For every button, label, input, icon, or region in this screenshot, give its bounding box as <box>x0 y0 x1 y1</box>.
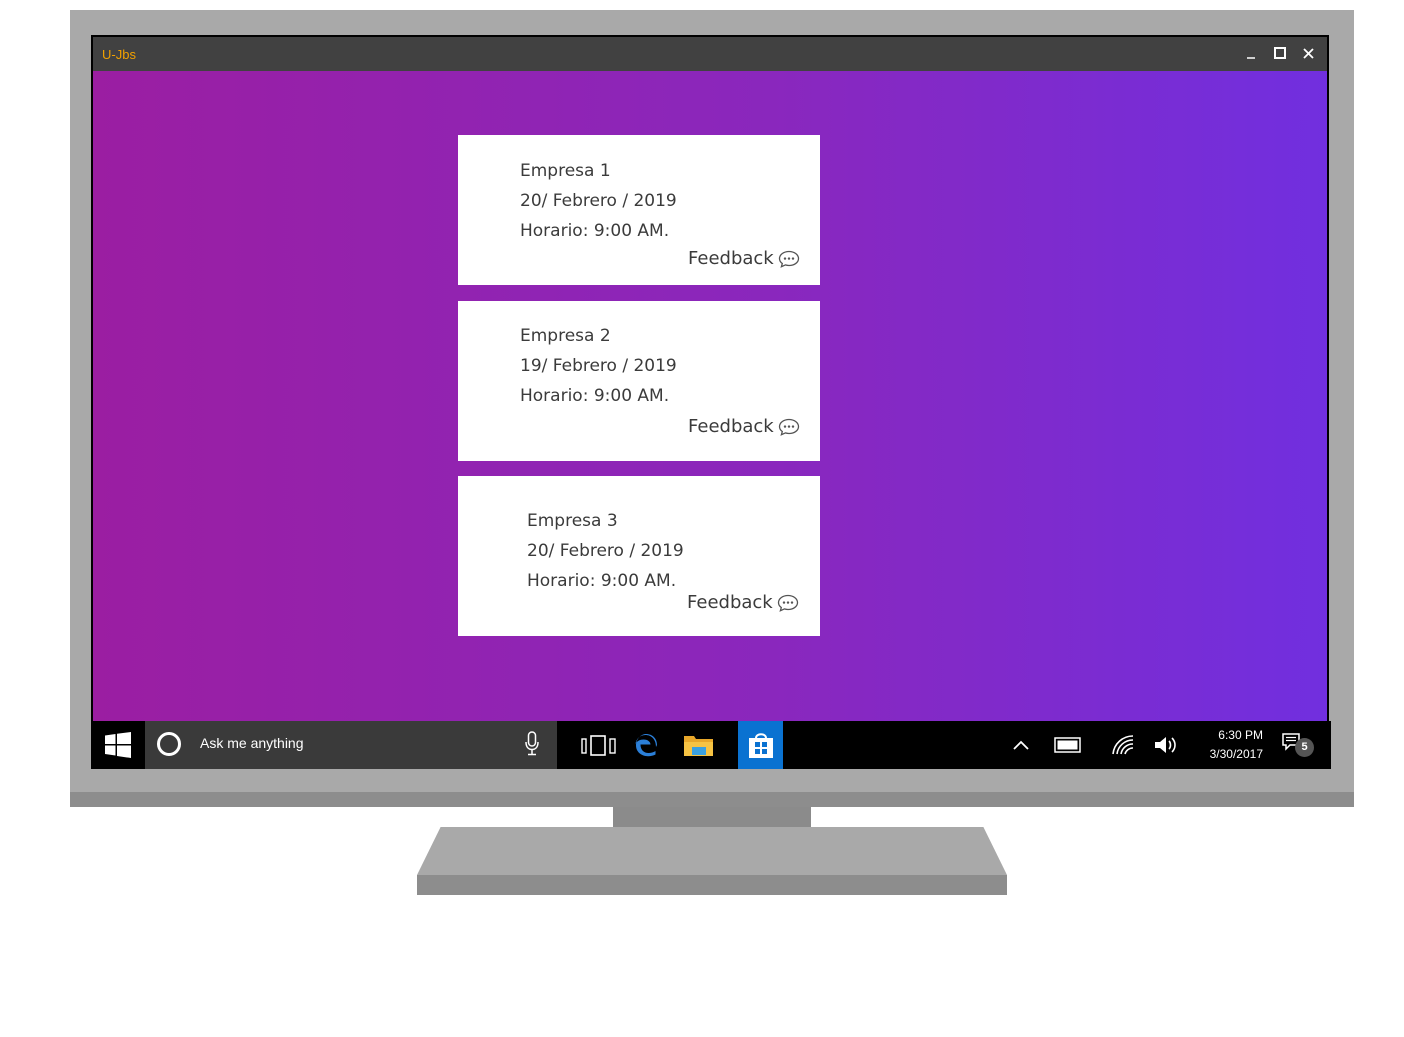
monitor-stand <box>417 827 1007 875</box>
monitor-chin <box>70 792 1354 807</box>
volume-button[interactable] <box>1151 721 1181 769</box>
cortana-icon <box>157 732 181 756</box>
minimize-icon <box>1247 57 1255 59</box>
feedback-label: Feedback <box>688 248 774 269</box>
chat-bubble-icon <box>778 418 799 436</box>
appointment-card: Empresa 3 20/ Febrero / 2019 Horario: 9:… <box>458 476 820 636</box>
wifi-icon <box>1112 735 1134 755</box>
appointment-date: 20/ Febrero / 2019 <box>520 191 677 211</box>
appointment-date: 20/ Febrero / 2019 <box>527 541 684 561</box>
start-button[interactable] <box>91 721 145 769</box>
feedback-button[interactable]: Feedback <box>688 416 800 437</box>
clock-date: 3/30/2017 <box>1209 747 1263 761</box>
chevron-up-icon <box>1013 740 1029 750</box>
notification-badge: 5 <box>1295 738 1314 757</box>
chat-bubble-icon <box>777 594 798 612</box>
volume-icon <box>1155 737 1176 753</box>
feedback-label: Feedback <box>688 416 774 437</box>
clock-time: 6:30 PM <box>1218 728 1263 742</box>
minimize-button[interactable] <box>1241 44 1261 64</box>
feedback-button[interactable]: Feedback <box>688 248 800 269</box>
windows-start-icon <box>105 732 131 758</box>
show-hidden-icons-button[interactable] <box>1009 721 1033 769</box>
edge-icon <box>635 734 657 757</box>
file-explorer-icon <box>684 736 713 756</box>
search-placeholder: Ask me anything <box>200 735 304 751</box>
company-name: Empresa 1 <box>520 161 611 181</box>
maximize-button[interactable] <box>1270 44 1290 64</box>
taskbar: Ask me anything 6:30 PM 3/30/2017 5 <box>91 721 1331 769</box>
battery-icon <box>1054 737 1081 753</box>
app-window: U-Jbs Empresa 1 20/ Febrero / 2019 Horar… <box>91 35 1329 769</box>
battery-button[interactable] <box>1053 721 1083 769</box>
appointment-card: Empresa 1 20/ Febrero / 2019 Horario: 9:… <box>458 135 820 285</box>
appointment-schedule: Horario: 9:00 AM. <box>527 571 677 591</box>
appointment-date: 19/ Febrero / 2019 <box>520 356 677 376</box>
network-button[interactable] <box>1109 721 1137 769</box>
feedback-label: Feedback <box>687 592 773 613</box>
company-name: Empresa 2 <box>520 326 611 346</box>
file-explorer-button[interactable] <box>681 721 717 769</box>
close-button[interactable] <box>1298 44 1318 64</box>
search-box[interactable]: Ask me anything <box>145 721 557 769</box>
chat-bubble-icon <box>778 250 799 268</box>
microphone-icon[interactable] <box>525 731 539 757</box>
edge-button[interactable] <box>631 721 661 769</box>
company-name: Empresa 3 <box>527 511 618 531</box>
store-icon <box>748 733 773 758</box>
app-title: U-Jbs <box>102 47 136 62</box>
store-button[interactable] <box>738 721 783 769</box>
task-view-icon <box>581 735 616 756</box>
appointment-schedule: Horario: 9:00 AM. <box>520 221 670 241</box>
appointment-card: Empresa 2 19/ Febrero / 2019 Horario: 9:… <box>458 301 820 461</box>
app-content: Empresa 1 20/ Febrero / 2019 Horario: 9:… <box>93 71 1327 721</box>
appointment-schedule: Horario: 9:00 AM. <box>520 386 670 406</box>
action-center-button[interactable]: 5 <box>1279 721 1319 769</box>
feedback-button[interactable]: Feedback <box>687 592 799 613</box>
maximize-icon <box>1274 47 1286 59</box>
title-bar[interactable]: U-Jbs <box>93 37 1327 71</box>
close-icon <box>1302 48 1314 59</box>
clock[interactable]: 6:30 PM 3/30/2017 <box>1201 726 1263 764</box>
task-view-button[interactable] <box>579 721 619 769</box>
monitor-stand-base <box>417 875 1007 895</box>
